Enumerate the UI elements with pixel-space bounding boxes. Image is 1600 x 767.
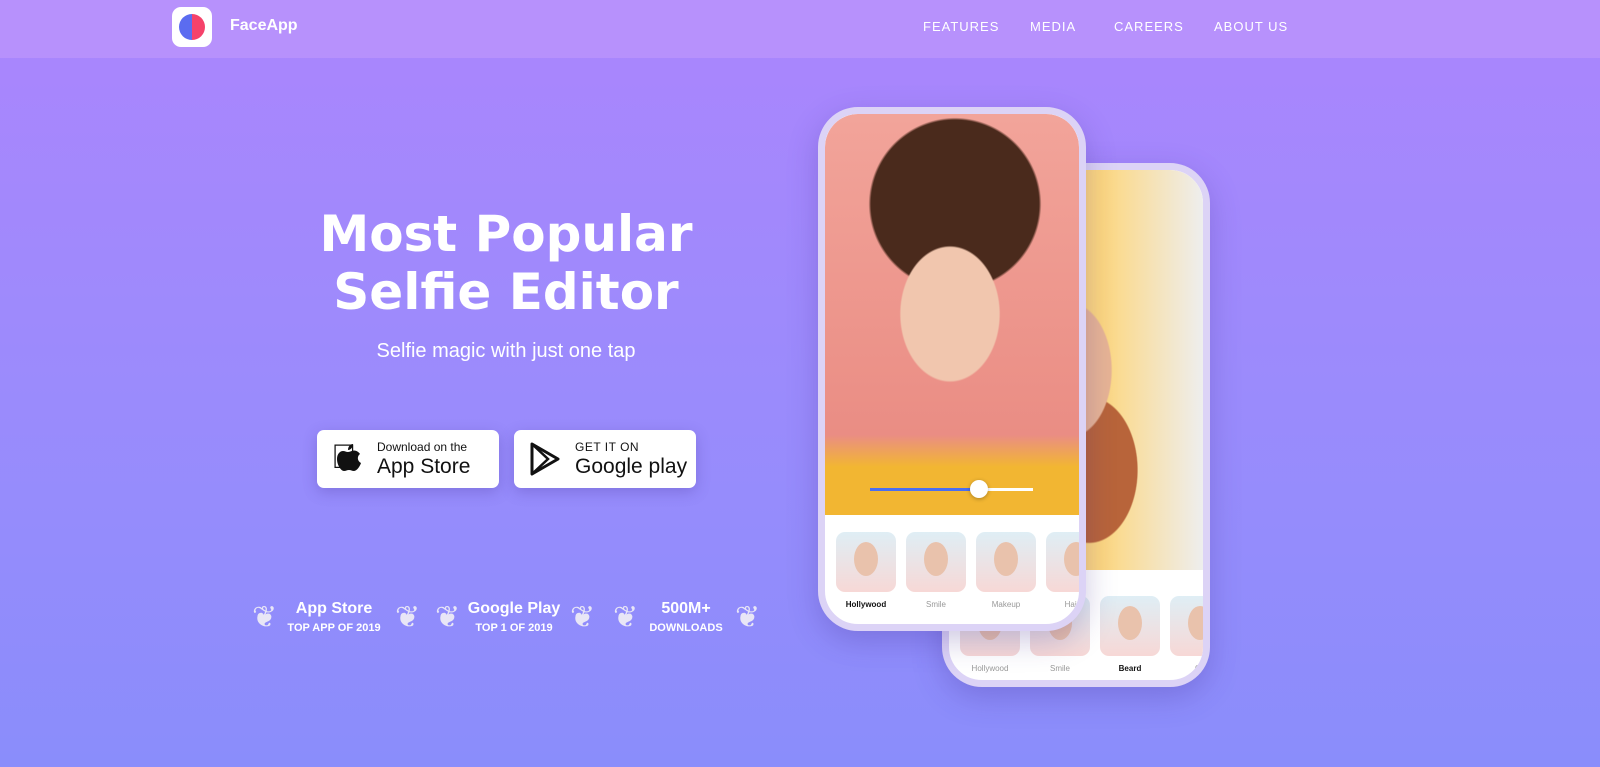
filter-beard[interactable]: Beard bbox=[1100, 596, 1160, 673]
award-title: App Store bbox=[295, 600, 373, 617]
nav-features[interactable]: FEATURES bbox=[923, 19, 999, 34]
apple-logo-icon bbox=[337, 444, 361, 471]
filter-smile[interactable]: Smile bbox=[906, 532, 966, 609]
award-subtitle: TOP 1 OF 2019 bbox=[475, 622, 553, 634]
title-line-2: Selfie Editor bbox=[333, 263, 679, 321]
app-store-button[interactable]:  Download on the App Store bbox=[317, 430, 499, 488]
google-play-button[interactable]: GET IT ON Google play bbox=[514, 430, 696, 488]
app-store-small-text: Download on the bbox=[377, 440, 468, 454]
nav-careers[interactable]: CAREERS bbox=[1114, 19, 1184, 34]
nav-media[interactable]: MEDIA bbox=[1030, 19, 1076, 34]
laurel-right-icon: ❦ bbox=[395, 601, 421, 634]
laurel-right-icon: ❦ bbox=[570, 601, 596, 634]
slider-fill bbox=[870, 488, 980, 491]
google-play-large-text: Google play bbox=[575, 455, 688, 478]
award-app-store: App Store TOP APP OF 2019 bbox=[259, 600, 409, 634]
filter-row: Hollywood Smile Makeup Hair C bbox=[836, 532, 1079, 609]
header: FaceApp FEATURES MEDIA CAREERS ABOUT US bbox=[0, 0, 1600, 58]
google-play-icon bbox=[530, 442, 560, 476]
brand-name[interactable]: FaceApp bbox=[230, 17, 298, 35]
award-google-play: Google Play TOP 1 OF 2019 bbox=[439, 600, 589, 634]
filter-co[interactable]: Co bbox=[1170, 596, 1203, 673]
intensity-slider[interactable] bbox=[870, 480, 1033, 498]
filter-hair-color[interactable]: Hair C bbox=[1046, 532, 1079, 609]
filter-hollywood[interactable]: Hollywood bbox=[836, 532, 896, 609]
faceapp-logo[interactable] bbox=[172, 7, 212, 47]
app-store-large-text: App Store bbox=[377, 455, 471, 478]
google-play-small-text: GET IT ON bbox=[575, 440, 640, 454]
award-title: Google Play bbox=[467, 600, 561, 617]
nav-about-us[interactable]: ABOUT US bbox=[1214, 19, 1288, 34]
laurel-right-icon: ❦ bbox=[735, 601, 761, 634]
award-subtitle: TOP APP OF 2019 bbox=[287, 622, 381, 634]
hero-title: Most Popular Selfie Editor bbox=[256, 205, 756, 321]
woman-portrait-photo bbox=[825, 114, 1079, 515]
phone-mockup-front: Hollywood Smile Makeup Hair C bbox=[818, 107, 1086, 631]
filter-makeup[interactable]: Makeup bbox=[976, 532, 1036, 609]
title-line-1: Most Popular bbox=[319, 205, 693, 263]
faceapp-logo-icon bbox=[179, 14, 205, 40]
hero-subtitle: Selfie magic with just one tap bbox=[376, 340, 636, 362]
